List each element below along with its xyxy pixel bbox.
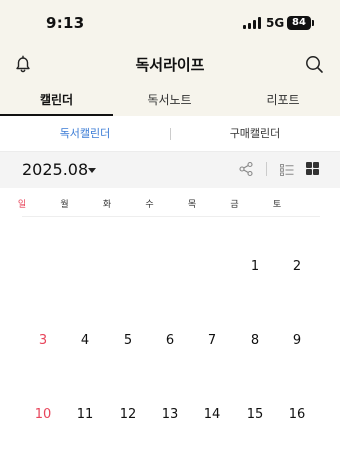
weekday-wed: 수 <box>145 200 154 210</box>
subtab-purchase-calendar[interactable]: 구매캘린더 <box>170 116 340 152</box>
calendar-day[interactable]: 15 <box>242 407 268 422</box>
calendar-day[interactable]: 1 <box>242 259 268 274</box>
subtab-reading-calendar[interactable]: 독서캘린더 <box>0 116 170 152</box>
chevron-down-icon[interactable] <box>88 168 96 173</box>
calendar-day[interactable]: 9 <box>284 333 310 348</box>
network-label: 5G <box>266 16 285 30</box>
signal-icon <box>243 17 261 29</box>
status-time: 9:13 <box>46 14 85 32</box>
main-tabs: 캘린더 독서노트 리포트 <box>0 86 340 116</box>
calendar-day[interactable]: 10 <box>30 407 56 422</box>
status-bar: 9:13 5G 84 <box>0 0 340 46</box>
calendar-day[interactable]: 5 <box>115 333 141 348</box>
weekday-thu: 목 <box>187 200 197 210</box>
list-view-icon[interactable] <box>280 162 294 176</box>
search-icon[interactable] <box>303 53 325 75</box>
battery-icon: 84 <box>287 16 314 30</box>
share-icon[interactable] <box>238 161 254 177</box>
page-title: 독서라이프 <box>135 56 205 74</box>
calendar-day[interactable]: 11 <box>72 407 98 422</box>
toolbar-divider <box>266 162 267 176</box>
month-toolbar: 2025.08 <box>0 152 340 188</box>
calendar-day[interactable]: 12 <box>115 407 141 422</box>
tab-reading-notes[interactable]: 독서노트 <box>113 86 226 116</box>
grid-view-icon[interactable] <box>306 162 319 175</box>
weekday-mon: 월 <box>60 200 69 210</box>
calendar-day[interactable]: 4 <box>72 333 98 348</box>
calendar-day[interactable]: 2 <box>284 259 310 274</box>
weekday-sun: 일 <box>17 200 27 210</box>
tab-report[interactable]: 리포트 <box>226 86 340 116</box>
calendar-day[interactable]: 14 <box>199 407 225 422</box>
app-bar: 독서라이프 <box>0 46 340 86</box>
tab-calendar[interactable]: 캘린더 <box>0 86 113 116</box>
calendar-day[interactable]: 7 <box>199 333 225 348</box>
calendar-day[interactable]: 8 <box>242 333 268 348</box>
calendar-day[interactable]: 16 <box>284 407 310 422</box>
calendar-day[interactable]: 6 <box>157 333 183 348</box>
calendar-day[interactable]: 3 <box>30 333 56 348</box>
weekday-fri: 금 <box>230 200 239 210</box>
weekday-sat: 토 <box>272 200 282 210</box>
weekday-tue: 화 <box>102 200 112 210</box>
calendar-subtabs: 독서캘린더 구매캘린더 <box>0 116 340 152</box>
month-selector[interactable]: 2025.08 <box>22 160 88 179</box>
weekday-header: 일 월 화 수 목 금 토 <box>18 197 320 217</box>
calendar-day[interactable]: 13 <box>157 407 183 422</box>
